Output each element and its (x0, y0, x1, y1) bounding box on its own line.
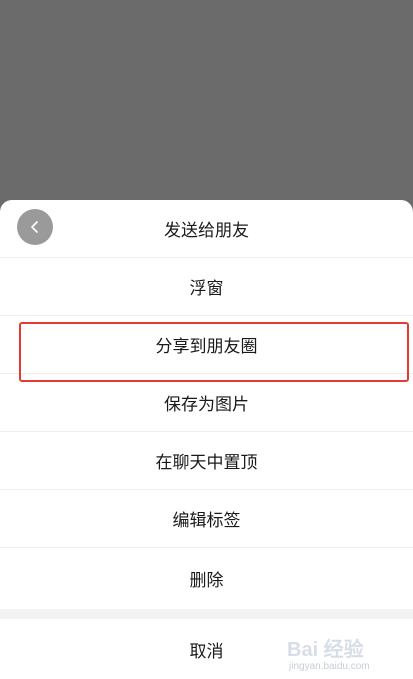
section-divider (0, 609, 413, 619)
menu-item-send-to-friend[interactable]: 发送给朋友 (0, 200, 413, 258)
menu-item-label: 发送给朋友 (164, 221, 249, 241)
watermark-url: jingyan.baidu.com (289, 661, 370, 672)
action-sheet: 发送给朋友 浮窗 分享到朋友圈 保存为图片 在聊天中置顶 编辑标签 删除 取消 (0, 200, 413, 679)
menu-item-label: 浮窗 (189, 279, 224, 299)
menu-item-label: 删除 (189, 571, 224, 591)
menu-item-pin-chat[interactable]: 在聊天中置顶 (0, 432, 413, 490)
menu-item-label: 在聊天中置顶 (155, 453, 258, 473)
menu-item-share-moments[interactable]: 分享到朋友圈 (0, 316, 413, 374)
menu-item-label: 分享到朋友圈 (155, 337, 258, 357)
watermark-brand: Bai 经验 (287, 639, 364, 661)
cancel-label: 取消 (189, 641, 224, 662)
menu-item-label: 编辑标签 (172, 511, 241, 531)
watermark: Bai 经验 jingyan.baidu.com (287, 629, 407, 677)
chevron-left-icon (31, 221, 38, 233)
menu-item-edit-tags[interactable]: 编辑标签 (0, 490, 413, 548)
back-button[interactable] (17, 209, 53, 245)
backdrop-overlay[interactable] (0, 0, 413, 210)
menu-item-floating-window[interactable]: 浮窗 (0, 258, 413, 316)
menu-item-delete[interactable]: 删除 (0, 548, 413, 609)
menu-item-label: 保存为图片 (164, 395, 249, 415)
screen: 发送给朋友 浮窗 分享到朋友圈 保存为图片 在聊天中置顶 编辑标签 删除 取消 (0, 0, 413, 679)
menu-item-save-as-image[interactable]: 保存为图片 (0, 374, 413, 432)
